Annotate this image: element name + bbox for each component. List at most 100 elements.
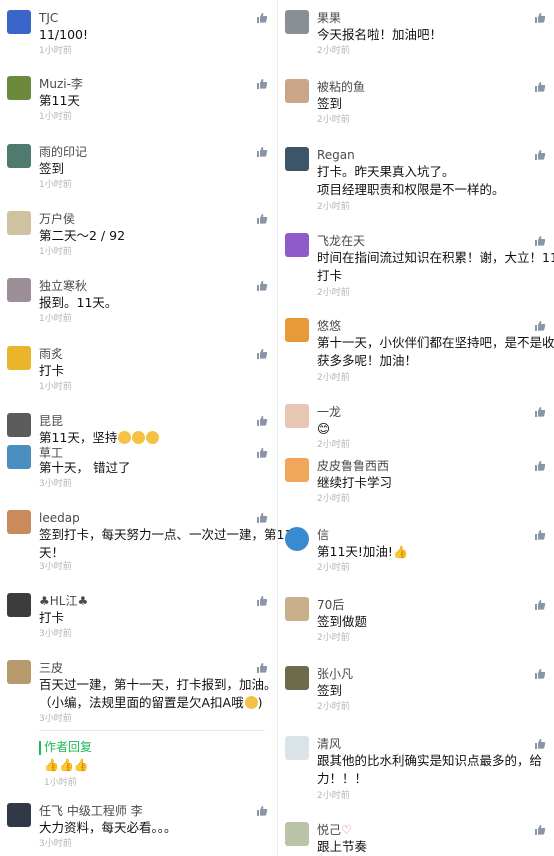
- avatar[interactable]: [285, 318, 309, 342]
- comment-time: 1小时前: [39, 112, 72, 122]
- comment-author[interactable]: 昆昆: [39, 413, 63, 429]
- comment-time: 1小时前: [39, 180, 72, 190]
- thumbs-up-icon[interactable]: [533, 460, 547, 474]
- thumbs-up-icon[interactable]: [255, 595, 269, 609]
- comment-time: 3小时前: [39, 629, 72, 639]
- comment-text: 时间在指间流过知识在积累！谢，大立！11天 打卡: [317, 250, 554, 283]
- thumbs-up-icon[interactable]: [255, 662, 269, 676]
- avatar[interactable]: [7, 346, 31, 370]
- reply-label: 作者回复: [44, 740, 93, 754]
- comment-author[interactable]: 悦己♡: [317, 822, 352, 838]
- thumbs-up-icon[interactable]: [255, 805, 269, 819]
- fist-emoji-icon: [132, 431, 146, 444]
- comment-author[interactable]: 任飞 中级工程师 李: [39, 803, 143, 819]
- comment-text: 第十一天，小伙伴们都在坚持吧，是不是收 获多多呢！加油！: [317, 335, 554, 368]
- avatar[interactable]: [7, 510, 31, 534]
- comment-author[interactable]: 清风: [317, 736, 341, 752]
- comment-author[interactable]: 三皮: [39, 660, 63, 676]
- comment-author[interactable]: 雨的印记: [39, 144, 87, 160]
- avatar[interactable]: [7, 593, 31, 617]
- comment-time: 2小时前: [317, 702, 350, 712]
- avatar[interactable]: [7, 10, 31, 34]
- thumbs-up-icon[interactable]: [533, 320, 547, 334]
- thumbs-up-icon[interactable]: [255, 348, 269, 362]
- thumbs-up-icon[interactable]: [533, 12, 547, 26]
- thumbs-up-icon[interactable]: [255, 213, 269, 227]
- avatar[interactable]: [7, 660, 31, 684]
- avatar[interactable]: [285, 597, 309, 621]
- left-column: TJC 11/100! 1小时前 Muzi-李 第11天 1小时前 雨的印记 签…: [0, 0, 292, 856]
- thumbs-up-icon[interactable]: [255, 146, 269, 160]
- thumbs-up-emoji-icon: 👍: [392, 545, 408, 559]
- thumbs-up-icon[interactable]: [255, 12, 269, 26]
- thumbs-up-icon[interactable]: [533, 406, 547, 420]
- thumbs-up-icon[interactable]: [533, 235, 547, 249]
- thumbs-up-icon[interactable]: [255, 447, 269, 461]
- comment-author[interactable]: 70后: [317, 597, 344, 613]
- avatar[interactable]: [285, 822, 309, 846]
- comment-author[interactable]: 独立寒秋: [39, 278, 87, 294]
- avatar[interactable]: [7, 211, 31, 235]
- avatar[interactable]: [285, 79, 309, 103]
- comment-text: 签到: [317, 96, 343, 111]
- comment-text: 大力资料，每天必看。。。: [39, 820, 177, 835]
- heart-icon: ♡: [341, 823, 352, 837]
- reply-bar: [39, 741, 41, 755]
- thumbs-up-icon[interactable]: [533, 738, 547, 752]
- comment-text: 继续打卡学习: [317, 475, 393, 490]
- comment-author[interactable]: 悠悠: [317, 318, 341, 334]
- avatar[interactable]: [7, 413, 31, 437]
- avatar[interactable]: [7, 278, 31, 302]
- comment-author[interactable]: 被粘的鱼: [317, 79, 365, 95]
- comment-time: 3小时前: [39, 839, 72, 849]
- thumbs-up-icon[interactable]: [533, 149, 547, 163]
- thumbs-up-icon[interactable]: [255, 280, 269, 294]
- comment-time: 2小时前: [317, 373, 350, 383]
- comment-text: 签到做题: [317, 614, 368, 629]
- thumbs-up-icon[interactable]: [533, 81, 547, 95]
- comment-time: 2小时前: [317, 202, 350, 212]
- thumbs-up-icon[interactable]: [255, 512, 269, 526]
- thumbs-up-icon[interactable]: [533, 529, 547, 543]
- comment-author[interactable]: 雨炙: [39, 346, 63, 362]
- avatar[interactable]: [7, 445, 31, 469]
- comment-text: 11/100!: [39, 27, 88, 42]
- comment-time: 1小时前: [39, 46, 72, 56]
- comment-author[interactable]: TJC: [39, 10, 58, 26]
- comment-text: 百天过一建，第十一天，打卡报到，加油。 （小编，法规里面的留置是欠A扣A哦): [39, 677, 277, 710]
- comment-time: 3小时前: [39, 479, 72, 489]
- thumbs-up-icon[interactable]: [533, 599, 547, 613]
- comment-author[interactable]: 张小凡: [317, 666, 353, 682]
- comment-author[interactable]: 果果: [317, 10, 341, 26]
- avatar[interactable]: [285, 527, 309, 551]
- avatar[interactable]: [7, 144, 31, 168]
- avatar[interactable]: [285, 147, 309, 171]
- comment-author[interactable]: 一龙: [317, 404, 341, 420]
- thumbs-up-icon[interactable]: [255, 415, 269, 429]
- comment-author[interactable]: Regan: [317, 147, 355, 163]
- avatar[interactable]: [285, 666, 309, 690]
- thumbs-up-icon[interactable]: [533, 668, 547, 682]
- reply-time: 1小时前: [44, 778, 77, 788]
- comment-author[interactable]: Muzi-李: [39, 76, 83, 92]
- thumbs-up-icon[interactable]: [255, 78, 269, 92]
- comment-author[interactable]: 信: [317, 527, 329, 543]
- comment-text: 签到: [39, 161, 65, 176]
- avatar[interactable]: [7, 803, 31, 827]
- comment-author[interactable]: leedap: [39, 510, 80, 526]
- comment-text: 第二天～2 / 92: [39, 228, 126, 243]
- comment-time: 2小时前: [317, 115, 350, 125]
- avatar[interactable]: [285, 458, 309, 482]
- avatar[interactable]: [285, 10, 309, 34]
- avatar[interactable]: [285, 404, 309, 428]
- comment-time: 2小时前: [317, 563, 350, 573]
- reply-text: 👍👍👍: [44, 758, 89, 772]
- avatar[interactable]: [285, 736, 309, 760]
- avatar[interactable]: [285, 233, 309, 257]
- comment-author[interactable]: 飞龙在天: [317, 233, 365, 249]
- comment-author[interactable]: 万户侯: [39, 211, 75, 227]
- comment-author[interactable]: ♣HL江♣: [39, 593, 88, 609]
- avatar[interactable]: [7, 76, 31, 100]
- thumbs-up-icon[interactable]: [533, 824, 547, 838]
- comment-author[interactable]: 皮皮鲁鲁西西: [317, 458, 389, 474]
